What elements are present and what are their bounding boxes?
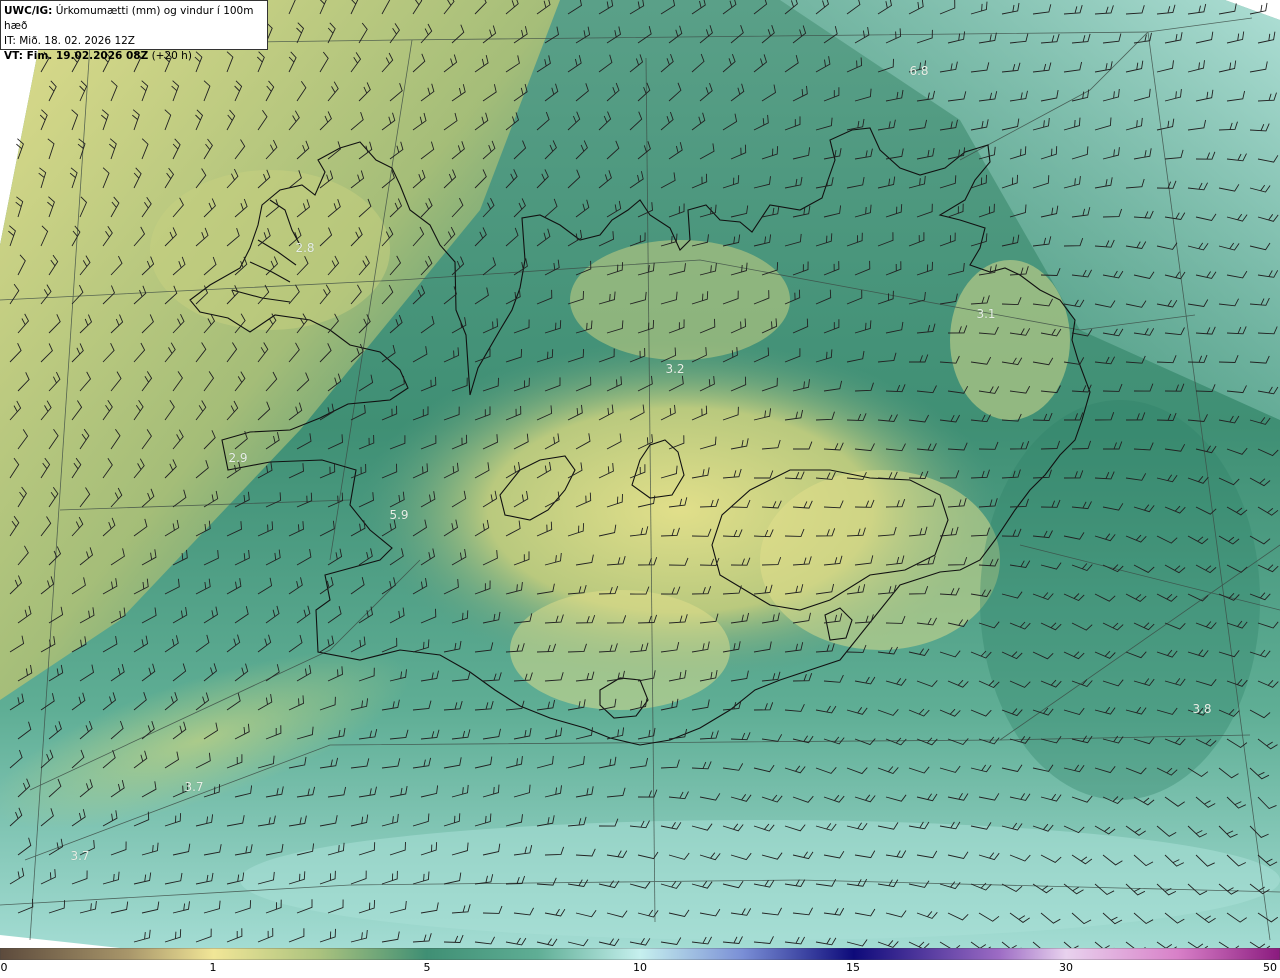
colorbar-tick: 1 (209, 961, 217, 974)
colorbar-tick: 50 (1263, 961, 1277, 974)
product-code: UWC/IG: (4, 5, 53, 17)
map-title-box: UWC/IG: Úrkomumætti (mm) og vindur í 100… (0, 0, 268, 62)
value-label: 2.8 (295, 241, 315, 255)
colorbar-tick: 15 (846, 961, 860, 974)
init-time: IT: Mið. 18. 02. 2026 12Z (4, 35, 135, 47)
colorbar: 0 1 5 10 15 30 50 (0, 948, 1280, 978)
map-canvas (0, 0, 1280, 948)
value-label: 3.7 (70, 849, 90, 863)
colorbar-tick: 0 (0, 961, 8, 974)
value-label: 6.8 (909, 64, 929, 78)
value-label: 3.7 (184, 780, 204, 794)
title-line: UWC/IG: Úrkomumætti (mm) og vindur í 100… (4, 4, 264, 34)
value-label: 3.1 (976, 307, 996, 321)
valid-time: VT: Fim. 19.02.2026 08Z (4, 50, 149, 62)
colorbar-tick: 5 (423, 961, 431, 974)
weather-map[interactable]: UWC/IG: Úrkomumætti (mm) og vindur í 100… (0, 0, 1280, 948)
forecast-offset: (+20 h) (151, 50, 192, 62)
value-label: 3.8 (1192, 702, 1212, 716)
colorbar-tick: 10 (633, 961, 647, 974)
value-label: 3.2 (665, 362, 685, 376)
value-label: 5.9 (389, 508, 409, 522)
valid-time-line: VT: Fim. 19.02.2026 08Z (+20 h) (4, 49, 264, 64)
colorbar-gradient (0, 948, 1280, 960)
colorbar-tick: 30 (1059, 961, 1073, 974)
value-label: 2.9 (228, 451, 248, 465)
